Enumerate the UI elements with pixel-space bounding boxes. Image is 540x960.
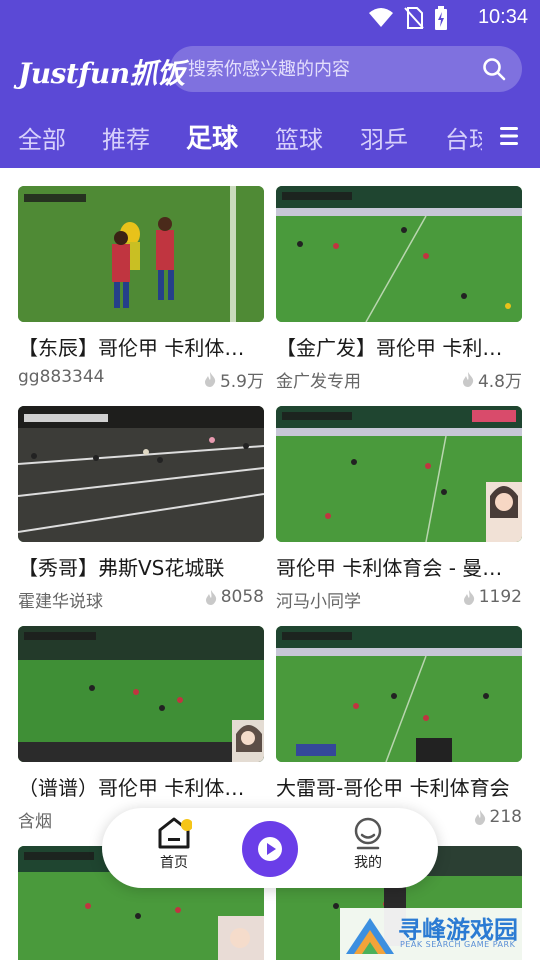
video-card[interactable]: 【东辰】哥伦甲 卡利体育会 - 曼 gg883344 5.9万	[18, 186, 264, 392]
battery-icon	[435, 6, 447, 30]
search-bar[interactable]	[170, 46, 522, 92]
status-bar: 10:34	[0, 0, 540, 36]
watermark: 寻峰游戏园 PEAK SEARCH GAME PARK	[340, 908, 540, 960]
flame-icon	[474, 809, 485, 825]
tab-billiards[interactable]: 台球	[445, 120, 482, 155]
video-author[interactable]: 河马小同学	[276, 587, 361, 612]
video-card[interactable]: 哥伦甲 卡利体育会 - 曼萨雷斯 河马小同学 1192	[276, 406, 522, 612]
menu-icon[interactable]	[500, 126, 520, 146]
bottom-nav: 首页 我的	[102, 808, 438, 888]
video-meta: gg883344 5.9万	[18, 367, 264, 392]
video-views: 1192	[463, 587, 522, 607]
nav-mine-label: 我的	[354, 855, 382, 871]
search-input[interactable]	[188, 46, 468, 92]
tab-badminton-pingpong[interactable]: 羽乒	[360, 120, 408, 155]
home-icon	[158, 817, 192, 849]
video-card[interactable]: 大雷哥-哥伦甲 卡利体育会 218	[276, 626, 522, 831]
view-count: 1192	[478, 587, 522, 607]
flame-icon	[463, 589, 474, 605]
no-sim-icon	[404, 7, 424, 29]
view-count: 5.9万	[219, 372, 264, 392]
status-icons	[368, 6, 448, 30]
video-thumbnail[interactable]	[276, 186, 522, 322]
video-thumbnail[interactable]	[18, 186, 264, 322]
video-author[interactable]: 含烟	[18, 807, 52, 832]
video-views: 8058	[205, 587, 264, 607]
video-thumbnail[interactable]	[18, 406, 264, 542]
video-title[interactable]: （谱谱）哥伦甲 卡利体育会	[18, 772, 264, 801]
play-button[interactable]	[242, 821, 298, 877]
video-meta: 霍建华说球 8058	[18, 587, 264, 612]
nav-home[interactable]: 首页	[144, 816, 204, 872]
video-title[interactable]: 【东辰】哥伦甲 卡利体育会 - 曼	[18, 332, 264, 361]
video-card[interactable]: 【金广发】哥伦甲 卡利体育会 金广发专用 4.8万	[276, 186, 522, 392]
video-views: 5.9万	[204, 367, 264, 392]
video-card[interactable]: （谱谱）哥伦甲 卡利体育会 含烟	[18, 626, 264, 832]
video-views: 218	[474, 807, 522, 827]
video-author[interactable]: gg883344	[18, 367, 104, 387]
video-thumbnail[interactable]	[276, 406, 522, 542]
flame-icon	[205, 589, 216, 605]
video-thumbnail[interactable]	[18, 626, 264, 762]
watermark-subtext: PEAK SEARCH GAME PARK	[400, 940, 516, 949]
nav-home-label: 首页	[160, 855, 188, 871]
play-icon	[258, 837, 282, 861]
profile-icon	[354, 817, 382, 850]
tab-recommended[interactable]: 推荐	[102, 120, 150, 155]
video-title[interactable]: 哥伦甲 卡利体育会 - 曼萨雷斯	[276, 552, 522, 581]
view-count: 218	[489, 807, 522, 827]
wifi-icon	[369, 8, 393, 27]
video-author[interactable]: 霍建华说球	[18, 587, 103, 612]
flame-icon	[462, 372, 474, 387]
search-icon[interactable]	[482, 57, 506, 81]
video-meta: 金广发专用 4.8万	[276, 367, 522, 392]
video-title[interactable]: 【秀哥】弗斯VS花城联	[18, 552, 264, 581]
view-count: 8058	[220, 587, 264, 607]
tab-football[interactable]: 足球	[186, 118, 238, 155]
category-tabs: 全部 推荐 足球 篮球 羽乒 台球	[0, 110, 540, 160]
video-thumbnail[interactable]	[276, 626, 522, 762]
tab-basketball[interactable]: 篮球	[275, 120, 323, 155]
video-title[interactable]: 【金广发】哥伦甲 卡利体育会	[276, 332, 522, 361]
video-title[interactable]: 大雷哥-哥伦甲 卡利体育会	[276, 772, 522, 801]
watermark-logo-icon	[346, 918, 394, 954]
status-time: 10:34	[477, 6, 528, 28]
view-count: 4.8万	[477, 372, 522, 392]
nav-mine[interactable]: 我的	[338, 816, 398, 872]
flame-icon	[204, 372, 216, 387]
app-header: 10:34 Justfun抓饭 全部 推荐 足球 篮球 羽乒 台球	[0, 0, 540, 168]
video-card[interactable]: 【秀哥】弗斯VS花城联 霍建华说球 8058	[18, 406, 264, 612]
tab-all[interactable]: 全部	[18, 120, 66, 155]
video-meta: 河马小同学 1192	[276, 587, 522, 612]
video-author[interactable]: 金广发专用	[276, 367, 361, 392]
video-views: 4.8万	[462, 367, 522, 392]
app-logo: Justfun抓饭	[18, 57, 185, 90]
